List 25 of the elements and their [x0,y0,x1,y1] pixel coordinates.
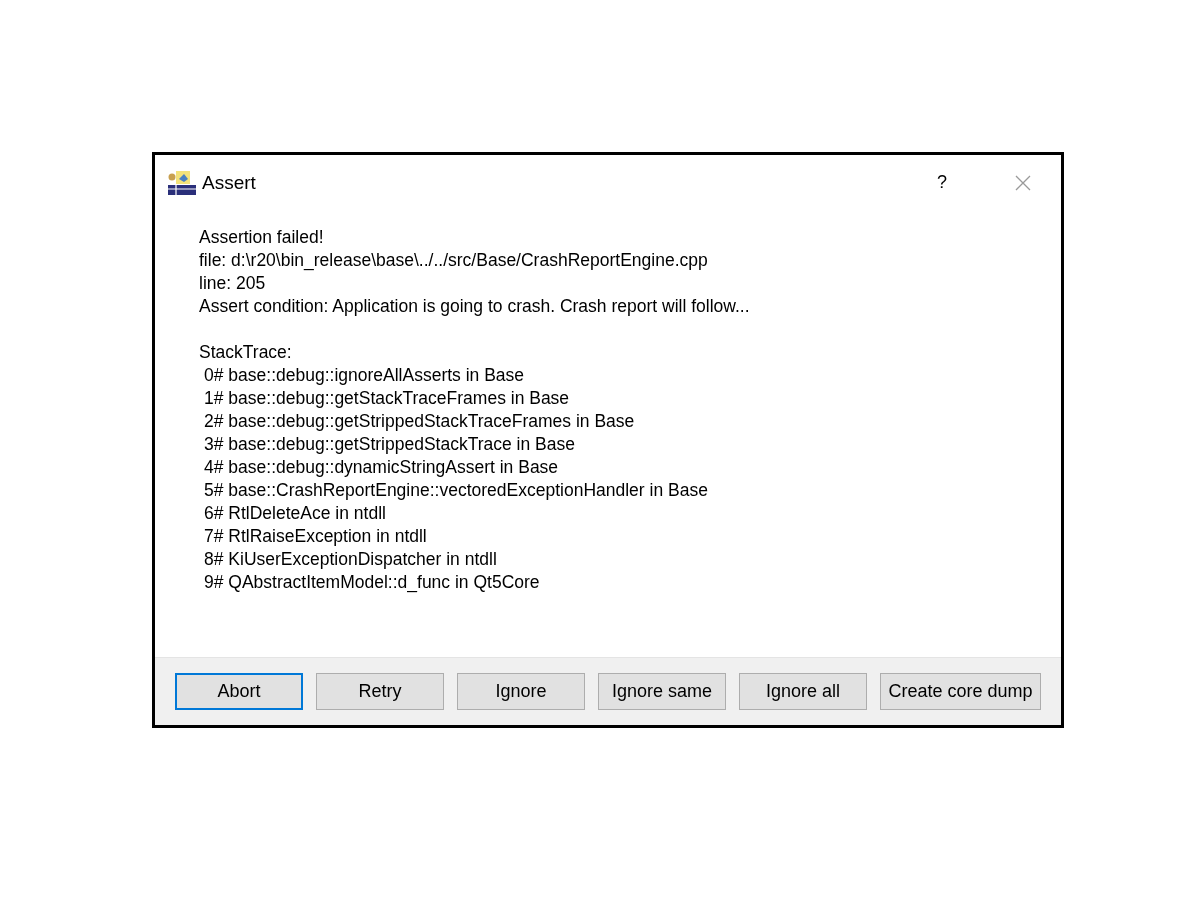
stack-frame: 8# KiUserExceptionDispatcher in ntdll [199,548,1061,571]
dialog-button[interactable]: Abort [175,673,303,710]
close-icon[interactable] [1015,174,1031,191]
message-line: Assert condition: Application is going to crash. Crash report will follow... [199,295,751,318]
stack-frame: 4# base::debug::dynamicStringAssert in Base [199,456,1061,479]
dialog-button[interactable]: Create core dump [880,673,1041,710]
stack-frame: 6# RtlDeleteAce in ntdll [199,502,1061,525]
dialog-button[interactable]: Ignore [457,673,585,710]
app-icon [168,170,196,195]
stack-frame: 2# base::debug::getStrippedStackTraceFrames in Base [199,410,1061,433]
message-line: line: 205 [199,272,267,295]
stack-frame: 0# base::debug::ignoreAllAsserts in Base [199,364,1061,387]
dialog-button[interactable]: Ignore same [598,673,726,710]
stack-frame: 1# base::debug::getStackTraceFrames in Base [199,387,1061,410]
stack-frame: 7# RtlRaiseException in ntdll [199,525,1061,548]
message-line: Assertion failed! [199,226,325,249]
window-title: Assert [202,171,256,194]
dialog-button[interactable]: Retry [316,673,444,710]
dialog-button[interactable]: Ignore all [739,673,867,710]
stack-frame: 5# base::CrashReportEngine::vectoredExceptionHandler in Base [199,479,1061,502]
stack-frame: 3# base::debug::getStrippedStackTrace in Base [199,433,1061,456]
stack-trace-heading: StackTrace: [199,341,293,364]
message-line: file: d:\r20\bin_release\base\../../src/Base/CrashReportEngine.cpp [199,249,709,272]
stack-frame: 9# QAbstractItemModel::d_func in Qt5Core [199,571,1061,594]
help-button[interactable]: ? [935,172,949,193]
